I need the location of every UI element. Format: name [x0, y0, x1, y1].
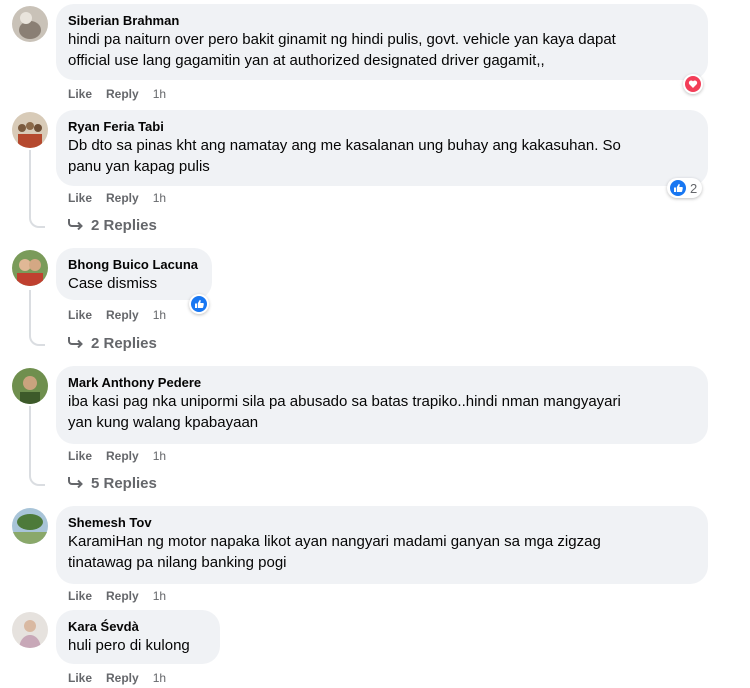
- reaction-count: 2: [690, 180, 698, 196]
- avatar[interactable]: [12, 6, 48, 42]
- view-replies-link[interactable]: 2 Replies: [68, 334, 157, 354]
- like-button[interactable]: Like: [68, 589, 92, 603]
- like-button[interactable]: Like: [68, 87, 92, 101]
- comment-author[interactable]: Mark Anthony Pedere: [68, 374, 696, 391]
- comment-actions: Like Reply 1h: [68, 190, 180, 206]
- comment-author[interactable]: Kara Śevdà: [68, 618, 208, 635]
- comment-bubble: Mark Anthony Pedere iba kasi pag nka uni…: [56, 366, 708, 444]
- comment-actions: Like Reply 1h: [68, 588, 180, 604]
- reply-arrow-icon: [68, 334, 84, 354]
- view-replies-link[interactable]: 2 Replies: [68, 216, 157, 236]
- like-button[interactable]: Like: [68, 671, 92, 685]
- like-button[interactable]: Like: [68, 308, 92, 322]
- like-button[interactable]: Like: [68, 191, 92, 205]
- thread-line: [29, 290, 45, 346]
- comment-actions: Like Reply 1h: [68, 86, 180, 102]
- comment-author[interactable]: Bhong Buico Lacuna: [68, 256, 200, 273]
- like-button[interactable]: Like: [68, 449, 92, 463]
- comment-text: tinatawag pa nilang banking pogi: [68, 554, 287, 571]
- reaction-badge[interactable]: [683, 74, 703, 94]
- heart-reaction-icon: [685, 76, 701, 92]
- comment-bubble: Kara Śevdà huli pero di kulong: [56, 610, 220, 664]
- comment-author[interactable]: Shemesh Tov: [68, 514, 696, 531]
- like-reaction-icon: [191, 296, 207, 312]
- comment-bubble: Shemesh Tov KaramiHan ng motor napaka li…: [56, 506, 708, 584]
- comment-text: KaramiHan ng motor napaka likot ayan nan…: [68, 533, 601, 550]
- reply-button[interactable]: Reply: [106, 308, 139, 322]
- timestamp[interactable]: 1h: [153, 191, 166, 205]
- comment-author[interactable]: Siberian Brahman: [68, 12, 696, 29]
- avatar[interactable]: [12, 250, 48, 286]
- avatar[interactable]: [12, 112, 48, 148]
- reply-button[interactable]: Reply: [106, 671, 139, 685]
- reaction-badge[interactable]: [189, 294, 209, 314]
- replies-count-label: 2 Replies: [91, 217, 157, 234]
- comment-actions: Like Reply 1h: [68, 448, 180, 464]
- comment-text: panu yan kapag pulis: [68, 158, 210, 175]
- comment-actions: Like Reply 1h: [68, 307, 180, 323]
- comment-text: official use lang gagamitin yan at autho…: [68, 52, 545, 69]
- view-replies-link[interactable]: 5 Replies: [68, 474, 157, 494]
- timestamp[interactable]: 1h: [153, 589, 166, 603]
- comment-bubble: Bhong Buico Lacuna Case dismiss: [56, 248, 212, 300]
- replies-count-label: 2 Replies: [91, 335, 157, 352]
- reply-arrow-icon: [68, 216, 84, 236]
- comment-text: yan kung walang kpabayaan: [68, 414, 259, 431]
- timestamp[interactable]: 1h: [153, 671, 166, 685]
- timestamp[interactable]: 1h: [153, 308, 166, 322]
- reply-button[interactable]: Reply: [106, 449, 139, 463]
- avatar[interactable]: [12, 612, 48, 648]
- comment-author[interactable]: Ryan Feria Tabi: [68, 118, 696, 135]
- avatar[interactable]: [12, 508, 48, 544]
- comment-text: Db dto sa pinas kht ang namatay ang me k…: [68, 137, 621, 154]
- reply-button[interactable]: Reply: [106, 87, 139, 101]
- thread-line: [29, 150, 45, 228]
- reply-button[interactable]: Reply: [106, 589, 139, 603]
- like-reaction-icon: [670, 180, 686, 196]
- comment-text: huli pero di kulong: [68, 637, 190, 654]
- comment-bubble: Siberian Brahman hindi pa naiturn over p…: [56, 4, 708, 80]
- timestamp[interactable]: 1h: [153, 449, 166, 463]
- comment-bubble: Ryan Feria Tabi Db dto sa pinas kht ang …: [56, 110, 708, 186]
- thread-line: [29, 406, 45, 486]
- reply-button[interactable]: Reply: [106, 191, 139, 205]
- comment-text: iba kasi pag nka unipormi sila pa abusad…: [68, 393, 621, 410]
- comment-text: Case dismiss: [68, 275, 158, 292]
- comment-actions: Like Reply 1h: [68, 670, 180, 686]
- reaction-badge[interactable]: 2: [667, 178, 703, 198]
- reply-arrow-icon: [68, 474, 84, 494]
- replies-count-label: 5 Replies: [91, 475, 157, 492]
- comment-text: hindi pa naiturn over pero bakit ginamit…: [68, 31, 616, 48]
- avatar[interactable]: [12, 368, 48, 404]
- timestamp[interactable]: 1h: [153, 87, 166, 101]
